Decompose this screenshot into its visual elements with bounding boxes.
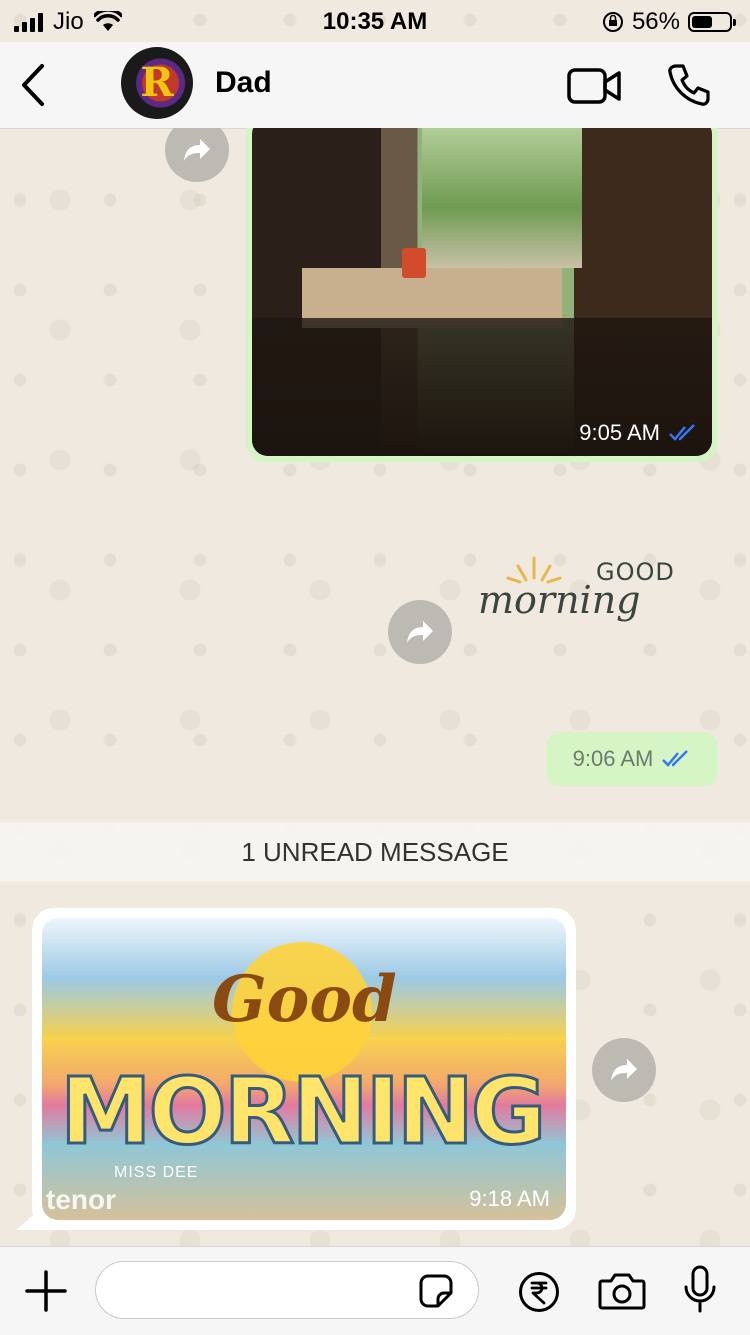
outgoing-photo-message[interactable]: 9:05 AM xyxy=(246,128,718,462)
incoming-gif-message[interactable]: Good MORNING MISS DEE tenor 9:18 AM xyxy=(32,908,576,1230)
message-input-bar xyxy=(0,1246,750,1335)
plus-icon[interactable] xyxy=(24,1269,68,1313)
gif-text-good: Good xyxy=(212,962,397,1037)
contact-avatar[interactable]: R xyxy=(121,47,193,119)
forward-icon xyxy=(184,139,210,161)
good-morning-gif[interactable]: Good MORNING MISS DEE tenor 9:18 AM xyxy=(42,918,566,1220)
sticker-timestamp-bubble: 9:06 AM xyxy=(546,732,718,786)
forward-button[interactable] xyxy=(592,1038,656,1102)
good-morning-sticker[interactable]: GOOD morning xyxy=(474,554,714,644)
orientation-lock-icon xyxy=(602,12,623,32)
gif-credit: MISS DEE xyxy=(114,1164,199,1181)
battery-icon xyxy=(688,12,736,32)
video-call-icon[interactable] xyxy=(566,66,622,106)
microphone-icon[interactable] xyxy=(682,1265,718,1315)
contact-name[interactable]: Dad xyxy=(215,66,272,100)
forward-icon xyxy=(407,621,433,643)
camera-icon[interactable] xyxy=(598,1271,646,1311)
battery-percent: 56% xyxy=(631,8,680,35)
message-timestamp: 9:05 AM xyxy=(579,420,698,446)
avatar-letter: R xyxy=(140,59,174,106)
forward-icon xyxy=(611,1059,637,1081)
chat-header: R Dad xyxy=(0,42,750,129)
back-chevron-icon[interactable] xyxy=(16,60,56,110)
message-timestamp: 9:06 AM xyxy=(572,746,654,771)
photo-image[interactable]: 9:05 AM xyxy=(252,128,712,456)
read-receipt-icon xyxy=(669,424,695,441)
rupee-payment-icon[interactable] xyxy=(518,1271,560,1313)
forward-button[interactable] xyxy=(388,600,452,664)
message-timestamp: 9:18 AM xyxy=(469,1186,550,1211)
gif-text-morning: MORNING xyxy=(58,1057,547,1167)
voice-call-icon[interactable] xyxy=(666,62,712,108)
read-receipt-icon xyxy=(662,750,689,767)
status-bar: Jio 10:35 AM 56% xyxy=(0,0,750,42)
sticker-icon[interactable] xyxy=(418,1273,454,1309)
unread-banner-text: 1 UNREAD MESSAGE xyxy=(241,836,509,867)
sticker-text-morning: morning xyxy=(478,578,641,622)
gif-source-label: tenor xyxy=(46,1184,116,1215)
unread-messages-banner: 1 UNREAD MESSAGE xyxy=(0,822,750,882)
